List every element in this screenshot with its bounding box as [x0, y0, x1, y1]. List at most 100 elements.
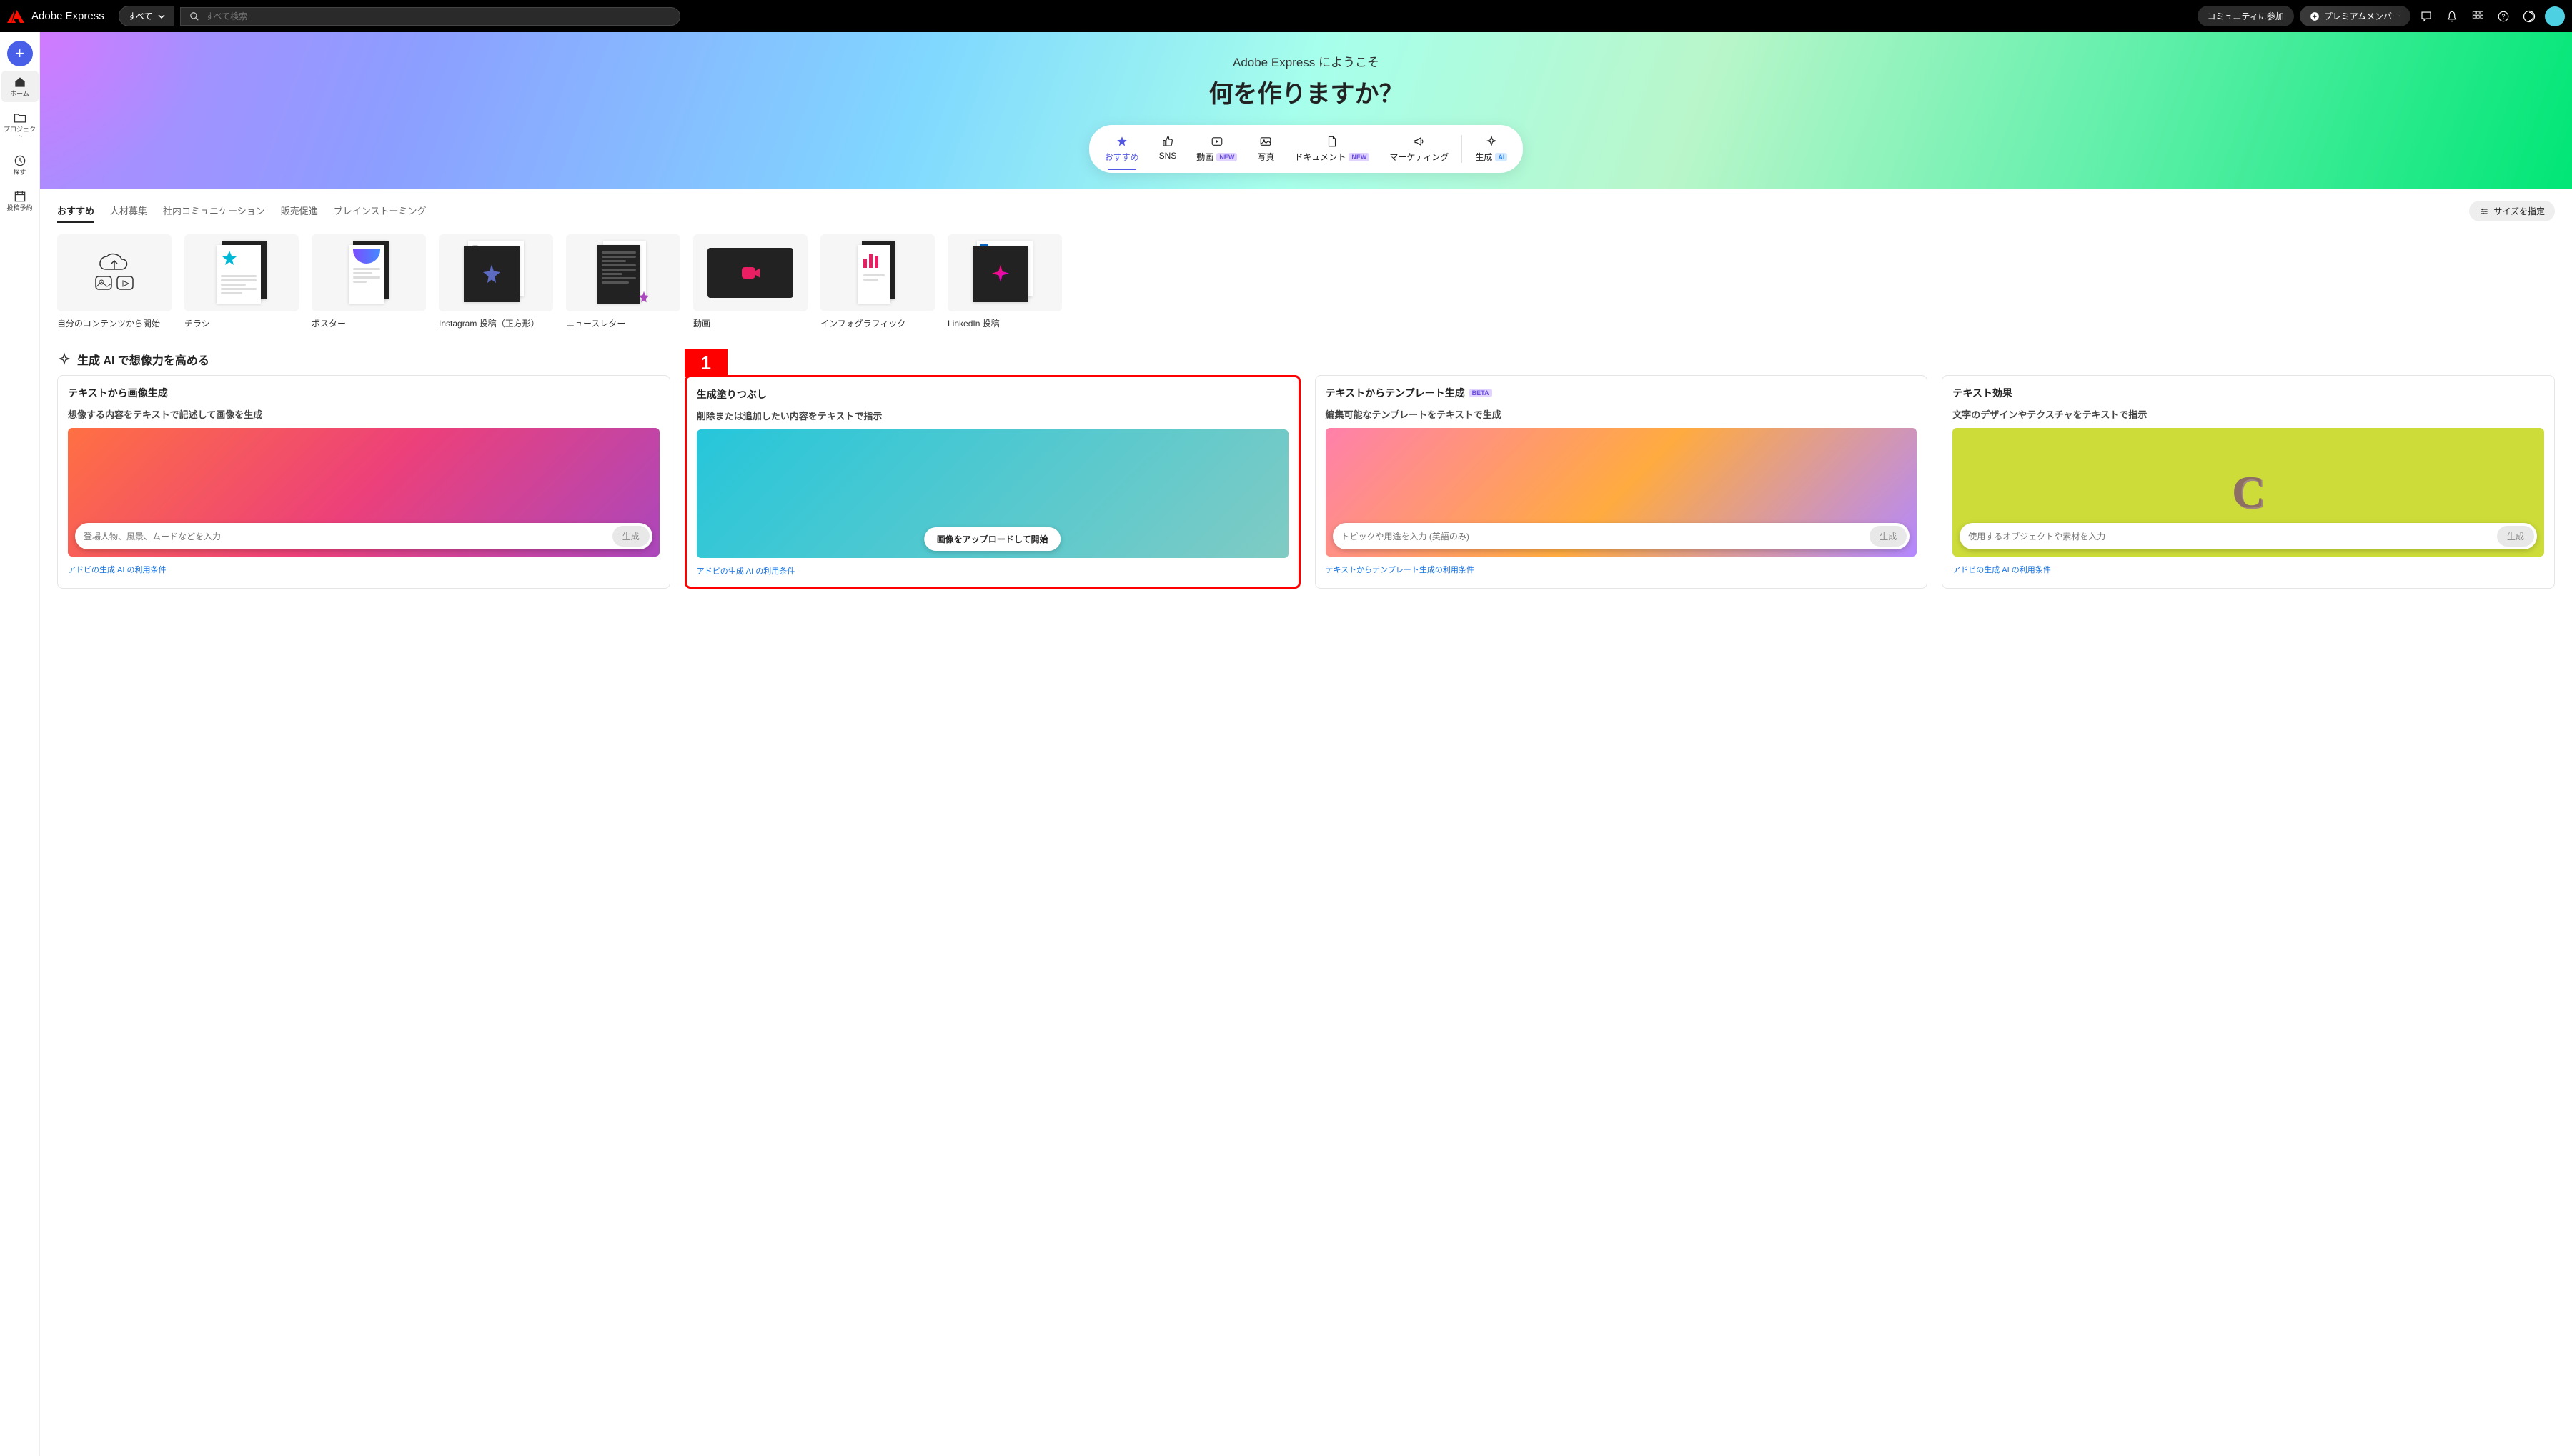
category-tab-doc[interactable]: ドキュメントNEW — [1284, 129, 1379, 169]
genai-card[interactable]: テキスト効果文字のデザインやテクスチャをテキストで指示C 生成アドビの生成 AI… — [1942, 375, 2555, 589]
category-label: 動画 — [1196, 151, 1213, 163]
notifications-icon[interactable] — [2442, 6, 2462, 26]
search-input[interactable] — [205, 11, 671, 21]
category-label: 写真 — [1257, 151, 1274, 163]
genai-prompt-input-wrap: 生成 — [1333, 523, 1910, 549]
genai-card[interactable]: テキストから画像生成想像する内容をテキストで記述して画像を生成 生成アドビの生成… — [57, 375, 670, 589]
help-icon[interactable]: ? — [2493, 6, 2513, 26]
genai-card-title: テキスト効果 — [1952, 386, 2544, 400]
category-tab-mega[interactable]: マーケティング — [1379, 129, 1459, 169]
apps-grid-icon[interactable] — [2468, 6, 2488, 26]
genai-card-image: 画像をアップロードして開始 — [697, 429, 1289, 558]
sub-tab[interactable]: 人材募集 — [110, 199, 147, 223]
genai-card[interactable]: 1生成塗りつぶし削除または追加したい内容をテキストで指示画像をアップロードして開… — [685, 375, 1301, 589]
sub-tab[interactable]: 社内コミュニケーション — [163, 199, 265, 223]
template-tile[interactable]: インフォグラフィック — [820, 234, 935, 329]
sub-tab-row: おすすめ人材募集社内コミュニケーション販売促進ブレインストーミング サイズを指定 — [40, 189, 2572, 227]
sidebar-item-schedule[interactable]: 投稿予約 — [1, 185, 39, 216]
upload-image-button[interactable]: 画像をアップロードして開始 — [924, 527, 1061, 551]
category-tab-thumb[interactable]: SNS — [1149, 129, 1187, 169]
custom-size-button[interactable]: サイズを指定 — [2469, 201, 2555, 221]
thumb-icon — [1161, 135, 1174, 148]
template-card-art — [312, 234, 426, 311]
template-tile[interactable]: チラシ — [184, 234, 299, 329]
feedback-icon[interactable] — [2416, 6, 2436, 26]
premium-button[interactable]: プレミアムメンバー — [2300, 6, 2410, 26]
top-bar: Adobe Express すべて コミュニティに参加 プレミアムメンバー ? — [0, 0, 2572, 32]
logo-area: Adobe Express — [7, 8, 104, 25]
template-card-art — [693, 234, 808, 311]
home-icon — [13, 75, 27, 89]
genai-card-subtitle: 文字のデザインやテクスチャをテキストで指示 — [1952, 407, 2544, 421]
sparkle-icon — [57, 352, 71, 367]
category-label: 生成 — [1475, 151, 1492, 163]
sliders-icon — [2479, 206, 2489, 216]
left-sidebar: + ホーム プロジェクト 探す 投稿予約 — [0, 32, 40, 1456]
category-label: おすすめ — [1105, 151, 1139, 163]
adobe-logo-icon — [7, 8, 24, 25]
badge: AI — [1495, 153, 1507, 161]
genai-prompt-input[interactable] — [1341, 532, 1870, 542]
sub-tab[interactable]: 販売促進 — [281, 199, 318, 223]
genai-prompt-input[interactable] — [84, 532, 612, 542]
generate-button[interactable]: 生成 — [612, 526, 650, 547]
genai-prompt-input-wrap: 生成 — [75, 523, 652, 549]
category-tab-video[interactable]: 動画NEW — [1186, 129, 1247, 169]
genai-prompt-input[interactable] — [1968, 532, 2497, 542]
template-card-art — [184, 234, 299, 311]
video-icon — [1211, 135, 1223, 148]
gen-icon — [1485, 135, 1498, 148]
search-input-wrap[interactable] — [180, 7, 680, 26]
badge: BETA — [1469, 389, 1492, 397]
app-name: Adobe Express — [31, 10, 104, 22]
sub-tab[interactable]: おすすめ — [57, 199, 94, 223]
template-tile[interactable]: 自分のコンテンツから開始 — [57, 234, 172, 329]
generate-button[interactable]: 生成 — [2497, 526, 2534, 547]
template-card-art — [439, 234, 553, 311]
template-tile[interactable]: ポスター — [312, 234, 426, 329]
genai-terms-link[interactable]: アドビの生成 AI の利用条件 — [68, 564, 660, 575]
template-tile[interactable]: 動画 — [693, 234, 808, 329]
svg-text:?: ? — [2501, 13, 2505, 20]
cc-icon[interactable] — [2519, 6, 2539, 26]
sidebar-item-label: プロジェクト — [3, 126, 37, 141]
sidebar-item-explore[interactable]: 探す — [1, 149, 39, 181]
welcome-text: Adobe Express にようこそ — [1233, 52, 1379, 70]
category-tab-bar: おすすめ SNS 動画NEW 写真 ドキュメントNEW マーケティング 生成AI — [1089, 125, 1524, 173]
genai-terms-link[interactable]: アドビの生成 AI の利用条件 — [1952, 564, 2544, 575]
genai-card-subtitle: 削除または追加したい内容をテキストで指示 — [697, 409, 1289, 422]
category-tab-gen[interactable]: 生成AI — [1465, 129, 1517, 169]
template-label: LinkedIn 投稿 — [948, 317, 1062, 329]
star-icon — [1116, 135, 1128, 148]
sidebar-item-projects[interactable]: プロジェクト — [1, 106, 39, 145]
sub-tab[interactable]: ブレインストーミング — [334, 199, 427, 223]
user-avatar[interactable] — [2545, 6, 2565, 26]
template-card-art — [566, 234, 680, 311]
genai-terms-link[interactable]: アドビの生成 AI の利用条件 — [697, 565, 1289, 577]
category-tab-photo[interactable]: 写真 — [1247, 129, 1284, 169]
chevron-down-icon — [158, 13, 165, 20]
template-tile[interactable]: in LinkedIn 投稿 — [948, 234, 1062, 329]
sidebar-item-label: ホーム — [10, 91, 29, 98]
genai-card-image: 生成 — [1326, 428, 1917, 557]
genai-cards-row: テキストから画像生成想像する内容をテキストで記述して画像を生成 生成アドビの生成… — [40, 375, 2572, 606]
template-tile[interactable]: Instagram 投稿（正方形） — [439, 234, 553, 329]
genai-card[interactable]: テキストからテンプレート生成BETA編集可能なテンプレートをテキストで生成 生成… — [1315, 375, 1928, 589]
category-label: ドキュメント — [1294, 151, 1346, 163]
genai-terms-link[interactable]: テキストからテンプレート生成の利用条件 — [1326, 564, 1917, 575]
category-tab-star[interactable]: おすすめ — [1095, 129, 1149, 169]
premium-sparkle-icon — [2310, 11, 2320, 21]
create-new-button[interactable]: + — [7, 41, 33, 66]
genai-card-title: 生成塗りつぶし — [697, 387, 1289, 402]
explore-icon — [13, 154, 27, 168]
genai-card-title: テキストからテンプレート生成BETA — [1326, 386, 1917, 400]
category-label: SNS — [1159, 151, 1177, 161]
folder-icon — [13, 111, 27, 125]
sidebar-item-home[interactable]: ホーム — [1, 71, 39, 102]
community-button[interactable]: コミュニティに参加 — [2198, 6, 2294, 26]
genai-card-title: テキストから画像生成 — [68, 386, 660, 400]
template-card-art: in — [948, 234, 1062, 311]
search-scope-dropdown[interactable]: すべて — [119, 6, 175, 26]
generate-button[interactable]: 生成 — [1870, 526, 1907, 547]
template-tile[interactable]: ニュースレター — [566, 234, 680, 329]
